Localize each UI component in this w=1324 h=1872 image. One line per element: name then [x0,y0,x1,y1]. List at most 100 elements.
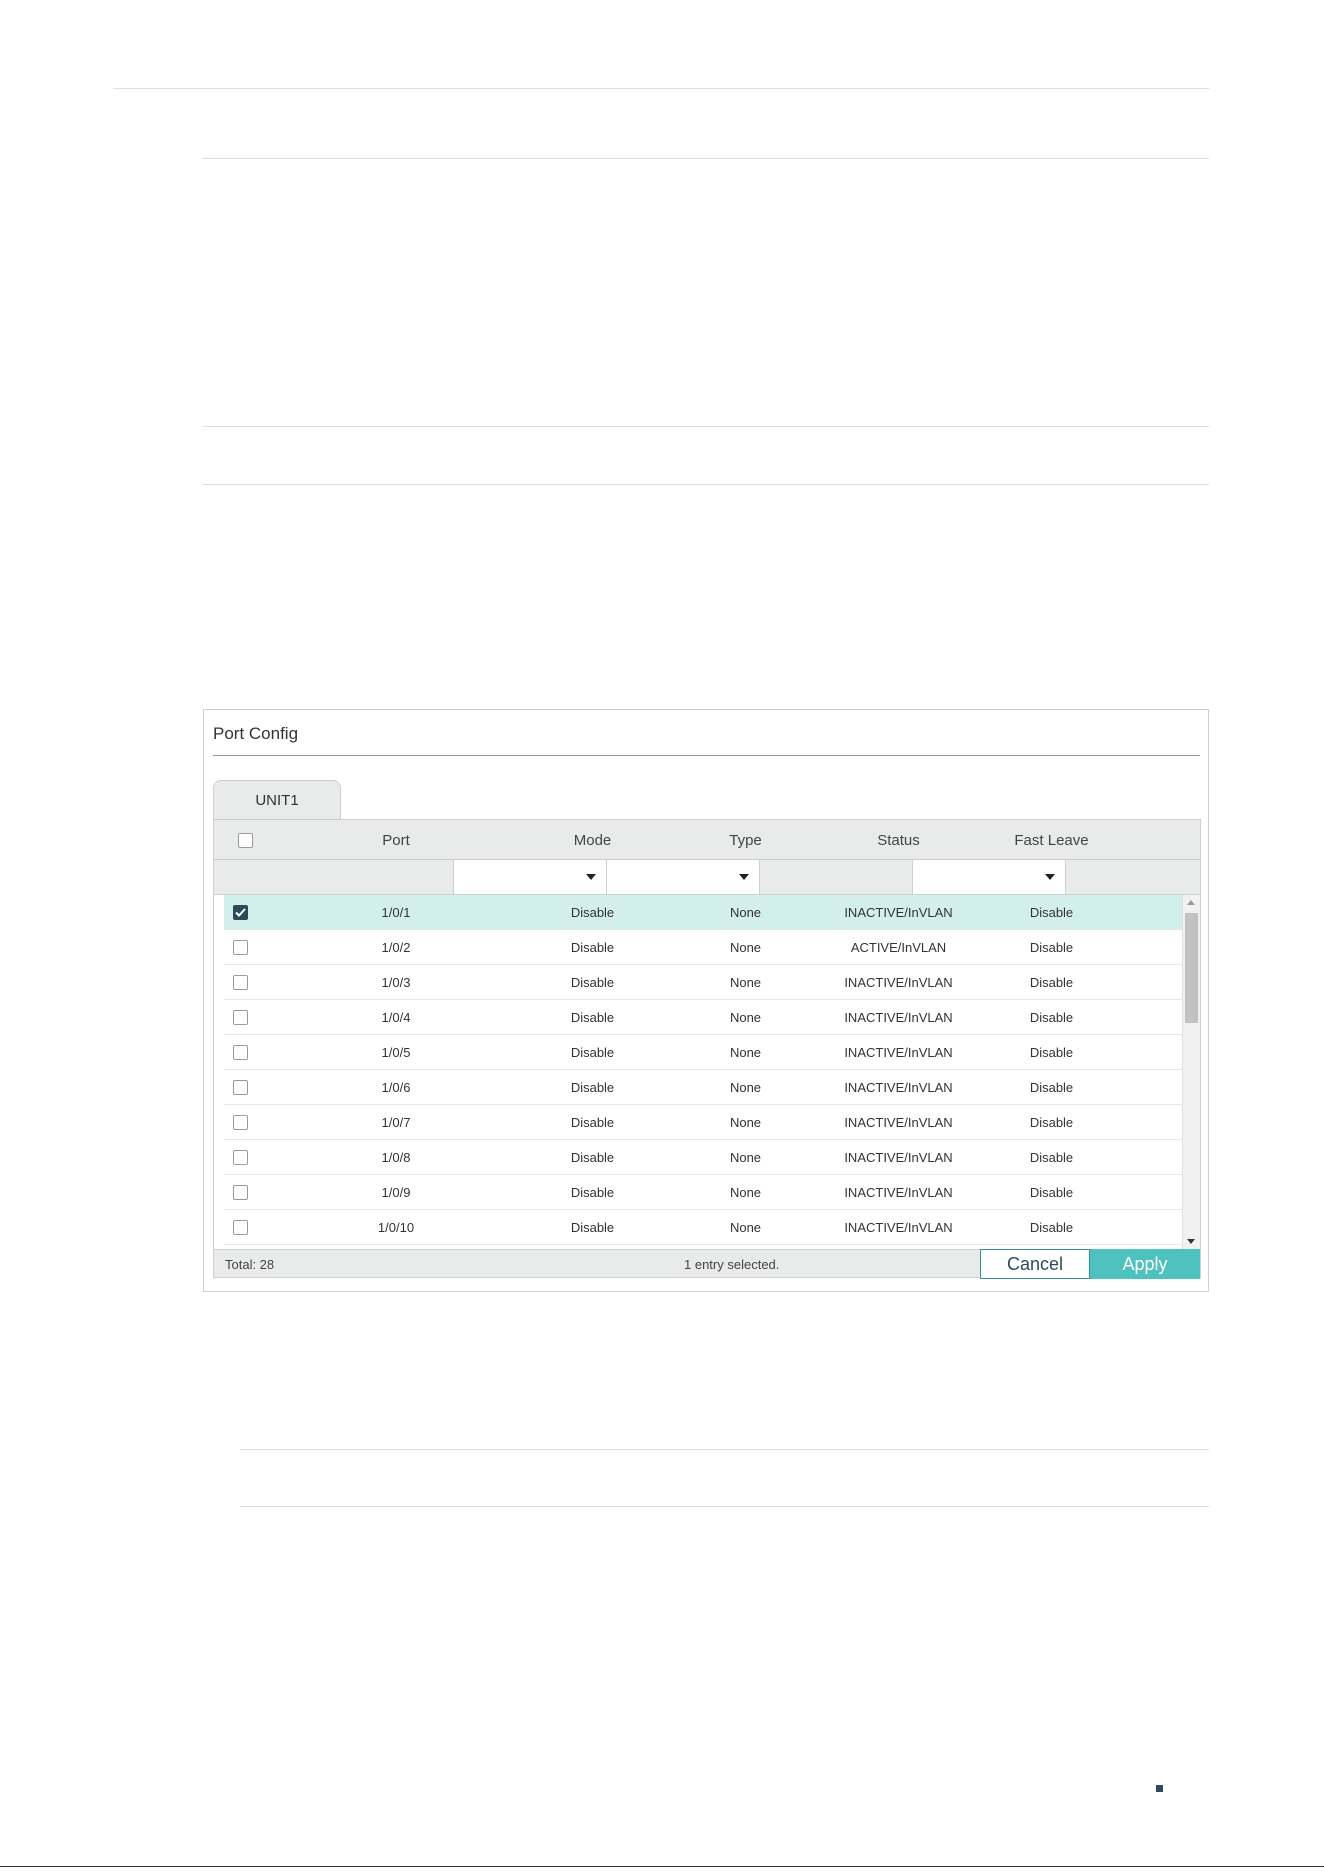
page-marker [1156,1785,1163,1792]
table-row[interactable]: 1/0/9 Disable None INACTIVE/InVLAN Disable [224,1175,1182,1210]
cell-status: INACTIVE/InVLAN [844,1115,953,1130]
table-row[interactable]: 1/0/3 Disable None INACTIVE/InVLAN Disable [224,965,1182,1000]
table-footer: Total: 28 1 entry selected. Cancel Apply [214,1249,1200,1279]
chevron-down-icon [586,874,596,880]
port-table: Port Mode Type Status Fast Leave 1/0/1 Di… [213,819,1201,1279]
cell-type: None [729,905,762,920]
fast-leave-filter-select[interactable] [912,860,1066,894]
cell-port: 1/0/9 [381,1185,411,1200]
cell-fast-leave: Disable [1029,1220,1074,1235]
chevron-down-icon [1045,874,1055,880]
table-row[interactable]: 1/0/6 Disable None INACTIVE/InVLAN Disable [224,1070,1182,1105]
header-port[interactable]: Port [276,820,516,860]
row-select-cell [224,1105,256,1140]
cell-mode: Disable [570,940,615,955]
cell-status: INACTIVE/InVLAN [844,1185,953,1200]
header-fast-leave[interactable]: Fast Leave [975,820,1128,860]
table-row[interactable]: 1/0/1 Disable None INACTIVE/InVLAN Disable [224,895,1182,930]
cell-mode: Disable [570,1080,615,1095]
row-checkbox[interactable] [232,1045,248,1060]
table-row[interactable]: 1/0/8 Disable None INACTIVE/InVLAN Disable [224,1140,1182,1175]
cell-status: ACTIVE/InVLAN [850,940,947,955]
table-header: Port Mode Type Status Fast Leave [214,820,1200,860]
cell-mode: Disable [570,1220,615,1235]
divider [203,484,1209,485]
cell-fast-leave: Disable [1029,1115,1074,1130]
page-bottom-rule [0,1866,1324,1867]
table-row[interactable]: 1/0/2 Disable None ACTIVE/InVLAN Disable [224,930,1182,965]
cell-port: 1/0/2 [381,940,411,955]
row-select-cell [224,1140,256,1175]
type-filter-select[interactable] [606,860,760,894]
row-checkbox[interactable] [232,1115,248,1130]
divider [240,1506,1209,1507]
cell-fast-leave: Disable [1029,905,1074,920]
cell-port: 1/0/7 [381,1115,411,1130]
table-row[interactable]: 1/0/7 Disable None INACTIVE/InVLAN Disable [224,1105,1182,1140]
row-checkbox[interactable] [232,905,248,920]
cell-fast-leave: Disable [1029,1010,1074,1025]
header-status[interactable]: Status [822,820,975,860]
table-row[interactable]: 1/0/10 Disable None INACTIVE/InVLAN Disable [224,1210,1182,1245]
cell-mode: Disable [570,1115,615,1130]
cell-type: None [729,1080,762,1095]
cell-type: None [729,940,762,955]
row-select-cell [224,1210,256,1245]
divider [240,1449,1209,1450]
cell-port: 1/0/6 [381,1080,411,1095]
cell-port: 1/0/10 [377,1220,415,1235]
cell-port: 1/0/3 [381,975,411,990]
cell-type: None [729,1045,762,1060]
divider [203,158,1209,159]
cell-type: None [729,1010,762,1025]
port-config-panel: Port Config UNIT1 Port Mode Type Status … [203,709,1209,1292]
row-select-cell [224,895,256,930]
cell-type: None [729,1185,762,1200]
table-row[interactable]: 1/0/5 Disable None INACTIVE/InVLAN Disable [224,1035,1182,1070]
cell-status: INACTIVE/InVLAN [844,1045,953,1060]
tab-unit1[interactable]: UNIT1 [213,780,341,820]
cell-type: None [729,1115,762,1130]
cell-port: 1/0/1 [381,905,411,920]
cell-fast-leave: Disable [1029,1150,1074,1165]
scroll-up-icon[interactable] [1187,900,1195,905]
row-checkbox[interactable] [232,1185,248,1200]
cell-mode: Disable [570,975,615,990]
cell-type: None [729,975,762,990]
row-checkbox[interactable] [232,1080,248,1095]
row-checkbox[interactable] [232,1150,248,1165]
cell-port: 1/0/4 [381,1010,411,1025]
total-count: Total: 28 [225,1256,275,1272]
row-checkbox[interactable] [232,940,248,955]
cell-mode: Disable [570,1185,615,1200]
row-checkbox[interactable] [232,1010,248,1025]
cancel-button[interactable]: Cancel [980,1249,1090,1279]
cell-fast-leave: Disable [1029,940,1074,955]
row-select-cell [224,965,256,1000]
table-row[interactable]: 1/0/4 Disable None INACTIVE/InVLAN Disable [224,1000,1182,1035]
scroll-down-icon[interactable] [1187,1239,1195,1244]
cell-mode: Disable [570,1045,615,1060]
divider [113,88,1209,89]
apply-button[interactable]: Apply [1090,1249,1200,1279]
cell-status: INACTIVE/InVLAN [844,975,953,990]
filter-row [214,860,1200,895]
cell-type: None [729,1150,762,1165]
mode-filter-select[interactable] [453,860,607,894]
panel-title: Port Config [213,724,299,743]
cell-type: None [729,1220,762,1235]
header-type[interactable]: Type [669,820,822,860]
cell-port: 1/0/8 [381,1150,411,1165]
vertical-scrollbar[interactable] [1182,895,1200,1249]
row-select-cell [224,1175,256,1210]
select-all-checkbox[interactable] [237,832,253,848]
table-body: 1/0/1 Disable None INACTIVE/InVLAN Disable 1/… [214,895,1182,1249]
scroll-thumb[interactable] [1185,913,1198,1023]
row-checkbox[interactable] [232,975,248,990]
row-checkbox[interactable] [232,1220,248,1235]
cell-status: INACTIVE/InVLAN [844,905,953,920]
cell-mode: Disable [570,905,615,920]
header-mode[interactable]: Mode [516,820,669,860]
cell-mode: Disable [570,1010,615,1025]
divider [203,426,1209,427]
